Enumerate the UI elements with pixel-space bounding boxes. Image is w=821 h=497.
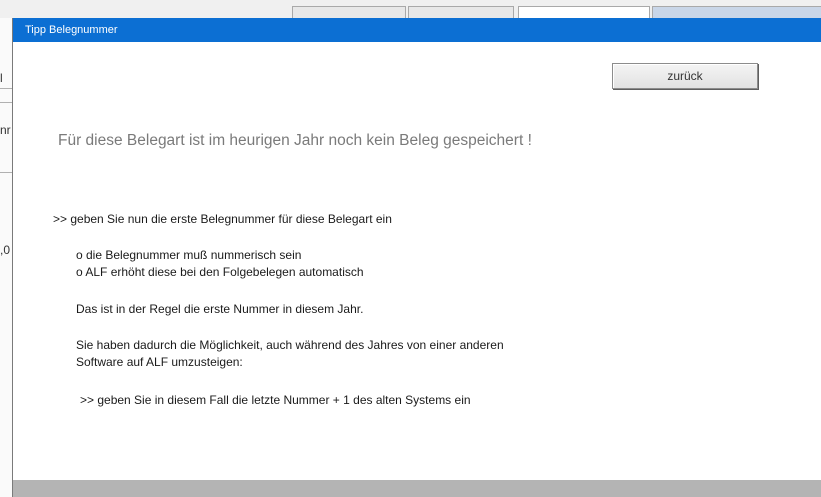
back-button[interactable]: zurück	[612, 63, 758, 89]
bullet-auto-increment: o ALF erhöht diese bei den Folgebelegen …	[76, 265, 364, 279]
background-divider	[0, 102, 12, 103]
instruction-last-number: >> geben Sie in diesem Fall die letzte N…	[80, 393, 471, 407]
background-text-fragment: nr	[0, 123, 11, 137]
dialog-titlebar[interactable]: Tipp Belegnummer	[13, 18, 821, 42]
background-divider	[0, 88, 12, 89]
dialog-bottom-bar	[13, 480, 821, 497]
info-line-1: Sie haben dadurch die Möglichkeit, auch …	[76, 338, 504, 352]
background-text-fragment: l	[0, 71, 3, 85]
background-text-fragment: ,0	[0, 243, 11, 257]
bullet-numeric: o die Belegnummer muß nummerisch sein	[76, 248, 302, 262]
headline-message: Für diese Belegart ist im heurigen Jahr …	[58, 132, 532, 149]
tip-dialog: Tipp Belegnummer zurück Für diese Belega…	[12, 18, 821, 497]
background-divider	[0, 172, 12, 173]
note-first-number: Das ist in der Regel die erste Nummer in…	[76, 302, 364, 316]
dialog-title: Tipp Belegnummer	[25, 24, 118, 36]
instruction-first-number: >> geben Sie nun die erste Belegnummer f…	[53, 212, 392, 226]
info-line-2: Software auf ALF umzusteigen:	[76, 355, 243, 369]
back-button-label: zurück	[667, 69, 703, 83]
